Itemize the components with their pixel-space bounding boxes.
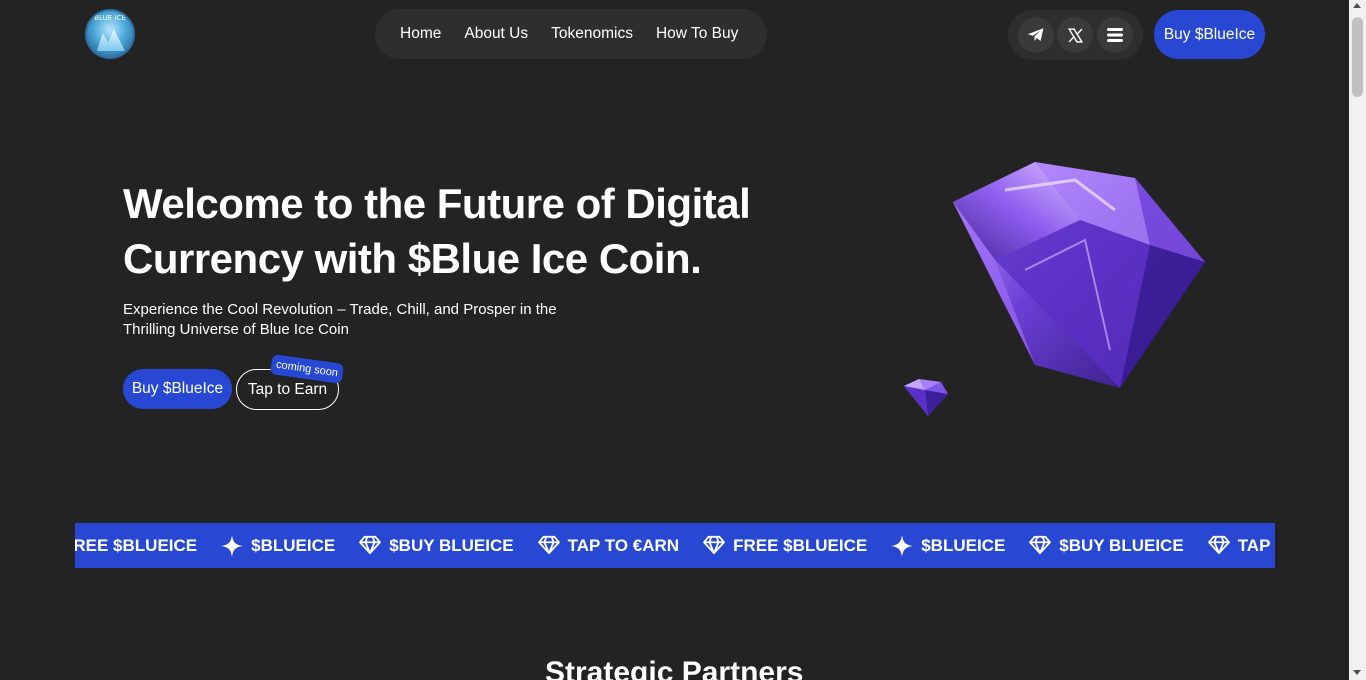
ticker-text: TAP TO €ARN [1237, 535, 1275, 555]
ticker-text: $BLUEICE [251, 535, 336, 555]
partners-title: Strategic Partners [545, 656, 804, 680]
logo[interactable]: BLUE ICE [85, 9, 135, 59]
nav-about-us[interactable]: About Us [464, 25, 528, 43]
ticker-item: FREE $BLUEICE [75, 536, 197, 556]
menu-button[interactable] [1097, 17, 1134, 53]
menu-icon [1107, 28, 1124, 42]
ticker-text: FREE $BLUEICE [75, 535, 198, 555]
page-content: BLUE ICE Home About Us Tokenomics How To… [75, 0, 1275, 680]
ticker-item: $BUY BLUEICE [1029, 535, 1184, 557]
diamond-icon [1029, 535, 1052, 557]
diamond-icon [359, 535, 382, 557]
scroll-down-icon[interactable] [1353, 670, 1361, 675]
diamond-icon [703, 535, 725, 557]
nav-tokenomics[interactable]: Tokenomics [551, 25, 633, 43]
ticker-banner: FREE $BLUEICE $BLUEICE $BUY BLUEICE TAP TO … [75, 523, 1275, 568]
hero-title-line2: Currency with $Blue Ice Coin. [123, 235, 702, 282]
buy-button-hero[interactable]: Buy $BlueIce [123, 369, 232, 409]
ticker-text: $BUY BLUEICE [1059, 535, 1184, 555]
hero-subtitle-line2: Thrilling Universe of Blue Ice Coin [123, 321, 349, 338]
social-links [1008, 10, 1143, 60]
ticker-text: FREE $BLUEICE [733, 535, 868, 555]
ticker-text: $BUY BLUEICE [389, 535, 514, 555]
hero-subtitle: Experience the Cool Revolution – Trade, … [123, 300, 603, 340]
ticker-text: TAP TO €ARN [567, 535, 680, 555]
nav-how-to-buy[interactable]: How To Buy [656, 25, 738, 43]
diamond-image-small [904, 379, 948, 416]
ticker-text: $BLUEICE [921, 535, 1006, 555]
diamond-icon [537, 535, 560, 557]
scroll-thumb[interactable] [1352, 17, 1363, 97]
sparkle-icon [891, 534, 914, 557]
ticker-item: $BLUEICE [891, 534, 1006, 557]
hero-title-line1: Welcome to the Future of Digital [123, 180, 751, 227]
ticker-track: FREE $BLUEICE $BLUEICE $BUY BLUEICE TAP TO … [75, 523, 1275, 568]
page-gutter [0, 0, 75, 680]
sparkle-icon [221, 534, 244, 557]
x-button[interactable] [1057, 17, 1094, 53]
telegram-icon [1027, 28, 1044, 41]
scroll-up-icon[interactable] [1353, 3, 1361, 8]
ticker-item: $BLUEICE [221, 534, 336, 557]
hero-subtitle-line1: Experience the Cool Revolution – Trade, … [123, 301, 557, 318]
scrollbar[interactable] [1349, 0, 1366, 680]
main-nav: Home About Us Tokenomics How To Buy [375, 9, 767, 59]
ice-icon [97, 29, 125, 51]
diamond-image-large [953, 162, 1205, 388]
telegram-button[interactable] [1017, 17, 1054, 53]
diamond-icon [1207, 535, 1230, 557]
hero-title: Welcome to the Future of Digital Currenc… [123, 176, 823, 286]
ticker-item: TAP TO €ARN [1207, 535, 1275, 557]
buy-button-header[interactable]: Buy $BlueIce [1154, 10, 1265, 59]
x-icon [1067, 27, 1084, 43]
ticker-item: FREE $BLUEICE [703, 535, 867, 557]
ticker-item: $BUY BLUEICE [359, 535, 514, 557]
logo-text: BLUE ICE [94, 14, 126, 22]
ticker-item: TAP TO €ARN [537, 535, 680, 557]
nav-home[interactable]: Home [400, 25, 441, 43]
